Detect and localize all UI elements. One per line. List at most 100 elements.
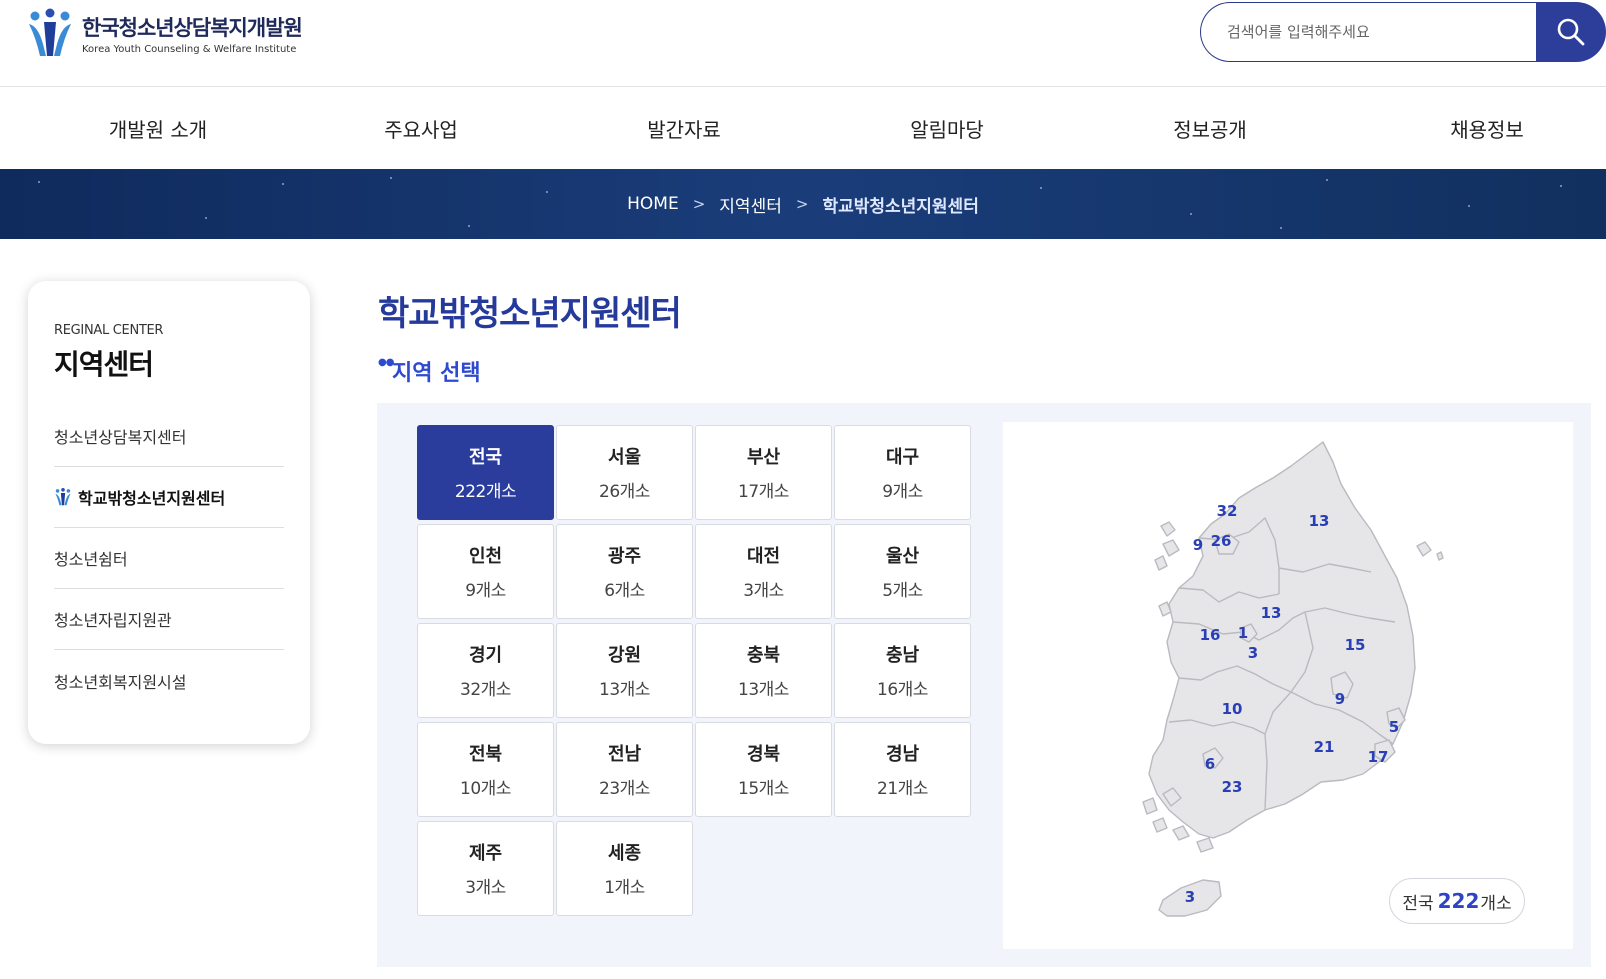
region-button[interactable]: 전남 23개소 — [556, 722, 693, 817]
sidebar-item-shelter[interactable]: 청소년쉼터 — [54, 528, 284, 589]
search-bar — [1200, 2, 1606, 62]
region-count: 9개소 — [882, 482, 923, 502]
chevron-right-icon: > — [795, 195, 809, 213]
region-button[interactable]: 강원 13개소 — [556, 623, 693, 718]
region-count: 26개소 — [599, 482, 650, 502]
region-count: 222개소 — [454, 482, 517, 502]
section-title: ●● 지역 선택 — [378, 355, 481, 387]
map-count-label: 5 — [1389, 718, 1399, 736]
region-button[interactable]: 충남 16개소 — [834, 623, 971, 718]
sidebar: REGINAL CENTER 지역센터 청소년상담복지센터 학교밖청소년지원센터… — [28, 281, 310, 744]
region-name: 서울 — [607, 447, 642, 468]
chevron-right-icon: > — [692, 195, 706, 213]
nav-item-about[interactable]: 개발원 소개 — [0, 87, 316, 169]
region-button[interactable]: 부산 17개소 — [695, 425, 832, 520]
sidebar-item-recovery-facility[interactable]: 청소년회복지원시설 — [54, 650, 284, 711]
region-count: 1개소 — [604, 878, 645, 898]
map-count-label: 32 — [1217, 502, 1238, 520]
breadcrumb-home[interactable]: HOME — [627, 194, 679, 214]
region-name: 충남 — [885, 645, 920, 666]
region-button[interactable]: 세종 1개소 — [556, 821, 693, 916]
sidebar-item-independence-center[interactable]: 청소년자립지원관 — [54, 589, 284, 650]
map-count-label: 9 — [1335, 690, 1345, 708]
nav-item-publications[interactable]: 발간자료 — [526, 87, 842, 169]
map-count-label: 15 — [1345, 636, 1366, 654]
search-input[interactable] — [1200, 2, 1546, 62]
region-button[interactable]: 서울 26개소 — [556, 425, 693, 520]
region-button[interactable]: 경남 21개소 — [834, 722, 971, 817]
nav-item-business[interactable]: 주요사업 — [316, 87, 526, 169]
region-button[interactable]: 경북 15개소 — [695, 722, 832, 817]
region-select-panel: 전국 222개소 서울 26개소 부산 17개소 대구 9개소 인천 9개소 광주 6개소 대전 3개소 울… — [377, 403, 1591, 967]
region-count: 32개소 — [460, 680, 511, 700]
breadcrumb-banner: HOME > 지역센터 > 학교밖청소년지원센터 — [0, 169, 1606, 239]
region-count: 13개소 — [599, 680, 650, 700]
region-name: 세종 — [607, 843, 642, 864]
region-button[interactable]: 전북 10개소 — [417, 722, 554, 817]
region-count: 9개소 — [465, 581, 506, 601]
map-count-label: 21 — [1314, 738, 1335, 756]
sidebar-item-label: 청소년회복지원시설 — [54, 672, 187, 692]
region-count: 5개소 — [882, 581, 923, 601]
map-count-label: 26 — [1211, 532, 1232, 550]
nav-item-recruit[interactable]: 채용정보 — [1368, 87, 1606, 169]
region-button[interactable]: 제주 3개소 — [417, 821, 554, 916]
map-count-label: 17 — [1368, 748, 1389, 766]
site-header: 한국청소년상담복지개발원 Korea Youth Counseling & We… — [0, 0, 1606, 87]
region-name: 울산 — [885, 546, 920, 567]
region-button[interactable]: 대구 9개소 — [834, 425, 971, 520]
map-count-label: 13 — [1309, 512, 1330, 530]
region-name: 강원 — [607, 645, 642, 666]
region-name: 부산 — [746, 447, 781, 468]
map-count-label: 10 — [1222, 700, 1243, 718]
region-count: 23개소 — [599, 779, 650, 799]
region-count: 3개소 — [743, 581, 784, 601]
main-navigation: 개발원 소개 주요사업 발간자료 알림마당 정보공개 채용정보 — [0, 87, 1606, 169]
search-button[interactable] — [1536, 2, 1606, 62]
logo-mark-icon — [26, 8, 74, 58]
sidebar-item-counseling-center[interactable]: 청소년상담복지센터 — [54, 406, 284, 467]
region-button[interactable]: 인천 9개소 — [417, 524, 554, 619]
page-title: 학교밖청소년지원센터 — [378, 294, 682, 334]
region-name: 충북 — [746, 645, 781, 666]
region-name: 인천 — [468, 546, 503, 567]
sidebar-item-out-of-school-center[interactable]: 학교밖청소년지원센터 — [54, 467, 284, 528]
nav-item-notices[interactable]: 알림마당 — [842, 87, 1052, 169]
region-name: 대구 — [885, 447, 920, 468]
nav-item-disclosure[interactable]: 정보공개 — [1052, 87, 1368, 169]
sidebar-item-label: 청소년쉼터 — [54, 550, 128, 569]
sidebar-item-label: 청소년상담복지센터 — [54, 428, 187, 447]
region-button[interactable]: 충북 13개소 — [695, 623, 832, 718]
region-name: 경기 — [468, 645, 503, 666]
search-icon — [1557, 18, 1585, 46]
region-name: 대전 — [746, 546, 781, 567]
region-button[interactable]: 대전 3개소 — [695, 524, 832, 619]
total-count-prefix: 전국 — [1402, 893, 1434, 914]
section-title-text: 지역 선택 — [392, 361, 481, 386]
map-count-label: 13 — [1261, 604, 1282, 622]
region-name: 전국 — [468, 447, 503, 468]
region-count: 21개소 — [877, 779, 928, 799]
breadcrumb-current[interactable]: 학교밖청소년지원센터 — [822, 192, 978, 217]
map-count-label: 9 — [1193, 536, 1203, 554]
logo-english-text: Korea Youth Counseling & Welfare Institu… — [82, 43, 297, 55]
region-button[interactable]: 전국 222개소 — [417, 425, 554, 520]
total-count-badge: 전국 222 개소 — [1389, 878, 1525, 924]
region-count: 6개소 — [604, 581, 645, 601]
sidebar-item-label: 학교밖청소년지원센터 — [78, 489, 226, 508]
region-count: 17개소 — [738, 482, 789, 502]
region-button[interactable]: 광주 6개소 — [556, 524, 693, 619]
total-count-suffix: 개소 — [1480, 893, 1512, 914]
breadcrumb: HOME > 지역센터 > 학교밖청소년지원센터 — [0, 169, 1606, 239]
map-count-label: 23 — [1222, 778, 1243, 796]
region-count: 13개소 — [738, 680, 789, 700]
korea-map: 32 26 9 13 13 16 1 3 15 9 10 5 21 17 6 23 3 전국 222 개소 — [1003, 422, 1573, 949]
breadcrumb-level1[interactable]: 지역센터 — [719, 192, 782, 217]
region-button[interactable]: 울산 5개소 — [834, 524, 971, 619]
map-count-label: 3 — [1248, 644, 1258, 662]
region-button[interactable]: 경기 32개소 — [417, 623, 554, 718]
sidebar-menu: 청소년상담복지센터 학교밖청소년지원센터 청소년쉼터 청소년자립지원관 청소년회… — [54, 406, 284, 711]
logo-korean-text: 한국청소년상담복지개발원 — [82, 15, 303, 40]
site-logo[interactable]: 한국청소년상담복지개발원 Korea Youth Counseling & We… — [26, 8, 303, 58]
logo-mark-icon — [55, 488, 71, 506]
